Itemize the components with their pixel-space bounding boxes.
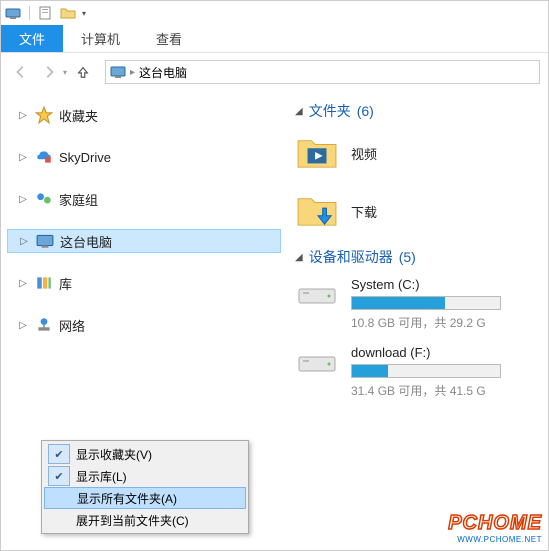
drive-icon	[295, 345, 339, 381]
menu-item-label: 展开到当前文件夹(C)	[76, 512, 246, 529]
libraries-icon	[35, 274, 53, 292]
menu-item-expand-current[interactable]: 展开到当前文件夹(C)	[44, 509, 246, 531]
expander-icon[interactable]: ▷	[17, 151, 29, 163]
menu-item-label: 显示所有文件夹(A)	[77, 490, 245, 507]
sidebar-item-label: 网络	[59, 316, 85, 335]
menu-item-label: 显示收藏夹(V)	[76, 446, 246, 463]
group-count: (6)	[357, 103, 374, 119]
menu-item-show-libraries[interactable]: ✔ 显示库(L)	[44, 465, 246, 487]
menu-item-show-favorites[interactable]: ✔ 显示收藏夹(V)	[44, 443, 246, 465]
network-icon	[35, 316, 53, 334]
watermark: PCHOME WWW.PCHOME.NET	[448, 512, 542, 544]
star-icon	[35, 106, 53, 124]
checkmark-icon	[48, 510, 70, 530]
forward-button[interactable]	[37, 60, 61, 84]
videos-folder-icon	[295, 131, 339, 175]
folder-label: 下载	[351, 202, 377, 221]
group-header-drives[interactable]: ◢ 设备和驱动器 (5)	[295, 247, 548, 267]
drive-info: System (C:) 10.8 GB 可用，共 29.2 G	[351, 277, 548, 331]
drive-item-system[interactable]: System (C:) 10.8 GB 可用，共 29.2 G	[295, 277, 548, 331]
group-title: 设备和驱动器	[309, 247, 393, 267]
sidebar-item-homegroup[interactable]: ▷ 家庭组	[7, 187, 291, 211]
folder-item-videos[interactable]: 视频	[295, 131, 548, 175]
content-area: ▷ 收藏夹 ▷ SkyDrive ▷ 家庭组 ▷ 这台电脑 ▷ 库 ▷ 网络	[1, 91, 548, 550]
tab-file[interactable]: 文件	[1, 25, 63, 52]
folder-label: 视频	[351, 144, 377, 163]
group-count: (5)	[399, 249, 416, 265]
drive-stats: 31.4 GB 可用，共 41.5 G	[351, 382, 540, 399]
sidebar-item-network[interactable]: ▷ 网络	[7, 313, 291, 337]
main-pane: ◢ 文件夹 (6) 视频 下载 ◢ 设备和驱动器 (5) S	[291, 91, 548, 550]
new-folder-icon[interactable]	[60, 5, 76, 21]
group-header-folders[interactable]: ◢ 文件夹 (6)	[295, 101, 548, 121]
drive-item-download[interactable]: download (F:) 31.4 GB 可用，共 41.5 G	[295, 345, 548, 399]
breadcrumb-location[interactable]: 这台电脑	[139, 64, 187, 81]
navigation-pane: ▷ 收藏夹 ▷ SkyDrive ▷ 家庭组 ▷ 这台电脑 ▷ 库 ▷ 网络	[1, 91, 291, 550]
ribbon-tabs: 文件 计算机 查看	[1, 25, 548, 53]
expander-icon[interactable]: ▷	[17, 193, 29, 205]
folder-item-downloads[interactable]: 下载	[295, 189, 548, 233]
drive-usage-bar	[351, 296, 501, 310]
tab-computer[interactable]: 计算机	[63, 25, 138, 52]
checkmark-icon	[49, 488, 71, 508]
watermark-url: WWW.PCHOME.NET	[448, 535, 542, 544]
collapse-icon[interactable]: ◢	[295, 252, 303, 263]
navigation-bar: ▾ ▸ 这台电脑	[1, 53, 548, 91]
expander-icon[interactable]: ▷	[17, 319, 29, 331]
sidebar-item-label: 收藏夹	[59, 106, 98, 125]
drive-stats: 10.8 GB 可用，共 29.2 G	[351, 314, 540, 331]
computer-icon	[36, 232, 54, 250]
drive-name: System (C:)	[351, 277, 540, 292]
sidebar-item-label: 库	[59, 274, 72, 293]
menu-item-label: 显示库(L)	[76, 468, 246, 485]
separator	[29, 6, 30, 20]
qat-dropdown-icon[interactable]: ▾	[82, 9, 86, 18]
skydrive-icon	[35, 148, 53, 166]
drive-icon	[295, 277, 339, 313]
up-button[interactable]	[71, 60, 95, 84]
expander-icon[interactable]: ▷	[17, 277, 29, 289]
context-menu: ✔ 显示收藏夹(V) ✔ 显示库(L) 显示所有文件夹(A) 展开到当前文件夹(…	[41, 440, 249, 534]
checkmark-icon: ✔	[48, 444, 70, 464]
watermark-logo: PCHOME	[448, 512, 542, 535]
sidebar-item-label: 家庭组	[59, 190, 98, 209]
breadcrumb-separator-icon[interactable]: ▸	[130, 67, 135, 78]
drive-info: download (F:) 31.4 GB 可用，共 41.5 G	[351, 345, 548, 399]
tab-view[interactable]: 查看	[138, 25, 200, 52]
drive-name: download (F:)	[351, 345, 540, 360]
history-dropdown-icon[interactable]: ▾	[63, 68, 67, 77]
sidebar-item-this-pc[interactable]: ▷ 这台电脑	[7, 229, 281, 253]
sidebar-item-favorites[interactable]: ▷ 收藏夹	[7, 103, 291, 127]
menu-item-show-all-folders[interactable]: 显示所有文件夹(A)	[44, 487, 246, 509]
computer-icon	[110, 64, 126, 80]
sidebar-item-skydrive[interactable]: ▷ SkyDrive	[7, 145, 291, 169]
expander-icon[interactable]: ▷	[17, 109, 29, 121]
back-button[interactable]	[9, 60, 33, 84]
sidebar-item-libraries[interactable]: ▷ 库	[7, 271, 291, 295]
sidebar-item-label: 这台电脑	[60, 232, 112, 251]
checkmark-icon: ✔	[48, 466, 70, 486]
address-bar[interactable]: ▸ 这台电脑	[105, 60, 540, 84]
sidebar-item-label: SkyDrive	[59, 150, 111, 165]
collapse-icon[interactable]: ◢	[295, 106, 303, 117]
downloads-folder-icon	[295, 189, 339, 233]
expander-icon[interactable]: ▷	[18, 235, 30, 247]
group-title: 文件夹	[309, 101, 351, 121]
properties-icon[interactable]	[38, 5, 54, 21]
title-bar: ▾	[1, 1, 548, 25]
system-icon[interactable]	[5, 5, 21, 21]
homegroup-icon	[35, 190, 53, 208]
drive-usage-bar	[351, 364, 501, 378]
